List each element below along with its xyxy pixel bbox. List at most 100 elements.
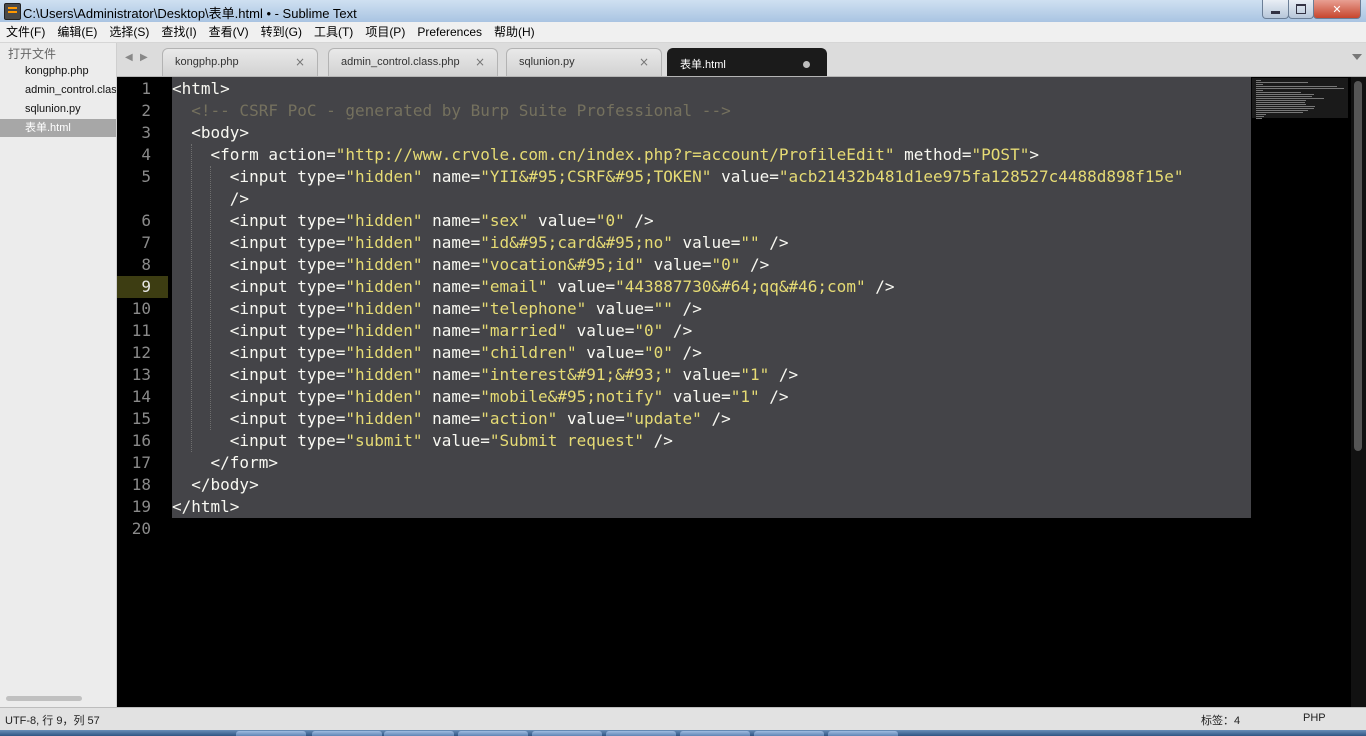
code-token: <input type= <box>172 233 346 252</box>
tab-biaodan[interactable]: 表单.html <box>667 48 827 76</box>
tab-label: admin_control.class.php <box>341 56 460 68</box>
menu-find[interactable]: 查找(I) <box>155 22 202 42</box>
code-token: name= <box>422 321 481 340</box>
code-token: > <box>1029 145 1039 164</box>
code-line[interactable]: <body> <box>172 122 249 144</box>
code-line[interactable]: <input type="hidden" name="married" valu… <box>172 320 692 342</box>
tab-overflow-icon[interactable] <box>1352 54 1362 60</box>
taskbar-button[interactable] <box>828 731 898 736</box>
menu-tools[interactable]: 工具(T) <box>308 22 359 42</box>
code-line[interactable]: <input type="hidden" name="action" value… <box>172 408 731 430</box>
code-line[interactable]: <input type="hidden" name="vocation&#95;… <box>172 254 769 276</box>
tab-close-icon[interactable]: × <box>639 55 649 69</box>
code-line[interactable]: <!-- CSRF PoC - generated by Burp Suite … <box>172 100 730 122</box>
status-indentation[interactable]: 标签：4 <box>1201 712 1240 728</box>
taskbar-button[interactable] <box>236 731 306 736</box>
menu-help[interactable]: 帮助(H) <box>488 22 541 42</box>
tab-kongphp[interactable]: kongphp.php × <box>162 48 318 76</box>
taskbar-button[interactable] <box>680 731 750 736</box>
tab-label: sqlunion.py <box>519 56 575 68</box>
string-token: "Submit request" <box>489 431 645 450</box>
minimap-line <box>1256 84 1264 85</box>
code-line[interactable]: <input type="submit" value="Submit reque… <box>172 430 673 452</box>
tab-next-icon[interactable]: ▶ <box>140 52 148 63</box>
tab-sqlunion[interactable]: sqlunion.py × <box>506 48 662 76</box>
code-line[interactable]: <input type="hidden" name="sex" value="0… <box>172 210 654 232</box>
line-number: 10 <box>131 299 151 318</box>
menu-selection[interactable]: 选择(S) <box>103 22 155 42</box>
taskbar-button[interactable] <box>754 731 824 736</box>
code-token: <input type= <box>172 299 346 318</box>
string-token: "hidden" <box>345 387 423 406</box>
sidebar-file-sqlunion[interactable]: sqlunion.py <box>0 100 116 118</box>
code-line[interactable]: <input type="hidden" name="telephone" va… <box>172 298 702 320</box>
code-token: </html> <box>172 497 240 516</box>
code-line[interactable]: <input type="hidden" name="email" value=… <box>172 276 895 298</box>
line-number: 6 <box>141 211 151 230</box>
taskbar-button[interactable] <box>458 731 528 736</box>
tab-prev-icon[interactable]: ◀ <box>125 52 133 63</box>
string-token: "hidden" <box>345 409 423 428</box>
tab-close-icon[interactable]: × <box>295 55 305 69</box>
code-token: <input type= <box>172 211 346 230</box>
code-token: name= <box>422 409 481 428</box>
code-line[interactable]: </html> <box>172 496 239 518</box>
tab-close-icon[interactable]: × <box>475 55 485 69</box>
close-button[interactable]: ✕ <box>1313 0 1361 19</box>
sidebar-file-biaodan[interactable]: 表单.html <box>0 119 116 137</box>
sidebar-file-admin-control[interactable]: admin_control.class.php <box>0 81 116 99</box>
code-line[interactable]: <input type="hidden" name="id&#95;card&#… <box>172 232 789 254</box>
unsaved-dot-icon[interactable] <box>803 61 810 68</box>
taskbar-button[interactable] <box>532 731 602 736</box>
code-token: value= <box>547 277 616 296</box>
string-token: "0" <box>711 255 741 274</box>
code-token: </body> <box>172 475 259 494</box>
code-line[interactable]: <form action="http://www.crvole.com.cn/i… <box>172 144 1039 166</box>
menu-project[interactable]: 项目(P) <box>359 22 411 42</box>
status-syntax[interactable]: PHP <box>1303 712 1326 724</box>
menu-file[interactable]: 文件(F) <box>0 22 51 42</box>
tab-admin-control[interactable]: admin_control.class.php × <box>328 48 498 76</box>
sidebar-file-kongphp[interactable]: kongphp.php <box>0 62 116 80</box>
code-editor[interactable]: 1 <html> 2 <!-- CSRF PoC - generated by Bu… <box>117 77 1351 707</box>
code-line[interactable]: </form> <box>172 452 278 474</box>
taskbar-button[interactable] <box>384 731 454 736</box>
string-token: "1" <box>740 365 770 384</box>
taskbar-button[interactable] <box>312 731 382 736</box>
minimap-line <box>1256 90 1264 91</box>
code-line[interactable]: <input type="hidden" name="interest&#91;… <box>172 364 798 386</box>
code-line[interactable]: <html> <box>172 78 230 100</box>
code-line[interactable]: <input type="hidden" name="YII&#95;CSRF&… <box>172 166 1184 188</box>
minimize-icon <box>1271 10 1280 14</box>
code-line[interactable]: <input type="hidden" name="children" val… <box>172 342 702 364</box>
code-line[interactable]: </body> <box>172 474 259 496</box>
tab-label: 表单.html <box>680 59 726 71</box>
code-token: value= <box>566 321 635 340</box>
minimap-line <box>1256 118 1263 119</box>
string-token: "443887730&#64;qq&#46;com" <box>615 277 866 296</box>
minimize-button[interactable] <box>1262 0 1289 19</box>
menu-edit[interactable]: 编辑(E) <box>51 22 103 42</box>
code-token: <body> <box>172 123 250 142</box>
windows-taskbar <box>0 730 1366 736</box>
code-token: <html> <box>172 79 230 98</box>
code-line[interactable]: <input type="hidden" name="mobile&#95;no… <box>172 386 789 408</box>
maximize-button[interactable] <box>1288 0 1314 19</box>
sidebar-scrollbar[interactable] <box>6 696 82 701</box>
string-token: "0" <box>644 343 673 362</box>
scrollbar-thumb[interactable] <box>1354 81 1362 451</box>
code-token: method= <box>894 145 972 164</box>
line-number: 20 <box>131 519 151 538</box>
vertical-scrollbar[interactable] <box>1351 77 1366 707</box>
string-token: "0" <box>595 211 625 230</box>
menu-goto[interactable]: 转到(G) <box>255 22 308 42</box>
minimap-line <box>1256 92 1301 93</box>
taskbar-button[interactable] <box>606 731 676 736</box>
code-token: <input type= <box>172 167 346 186</box>
string-token: "children" <box>480 343 577 362</box>
title-bar: C:\Users\Administrator\Desktop\表单.html •… <box>0 0 1366 23</box>
menu-preferences[interactable]: Preferences <box>411 22 488 42</box>
menu-view[interactable]: 查看(V) <box>203 22 255 42</box>
minimap[interactable] <box>1252 78 1348 120</box>
string-token: "hidden" <box>345 343 423 362</box>
